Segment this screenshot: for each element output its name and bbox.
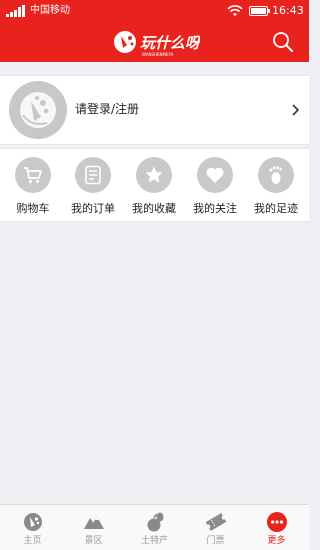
signal-icon (6, 5, 25, 17)
app-logo-mark: 玩什么呀 WANSHENMEYA (114, 31, 200, 57)
shortcut-label: 我的订单 (71, 202, 115, 215)
shortcut-favorites[interactable]: 我的收藏 (129, 157, 179, 219)
login-card[interactable]: 请登录/注册 (0, 75, 309, 145)
status-bar: 中国移动 16:43 (0, 0, 309, 22)
tab-local-products[interactable]: 土特产 (124, 505, 185, 550)
app-header: 玩什么呀 WANSHENMEYA (0, 22, 309, 62)
clock: 16:43 (272, 4, 304, 17)
shortcut-label: 我的足迹 (254, 202, 298, 215)
footprint-icon (269, 166, 282, 184)
heart-icon (206, 167, 224, 183)
avatar (9, 81, 67, 139)
shortcut-label: 购物车 (16, 202, 50, 215)
shortcut-orders[interactable]: 我的订单 (68, 157, 118, 219)
more-dots-icon (267, 512, 287, 532)
tab-label: 主页 (23, 536, 42, 546)
tab-more[interactable]: 更多 (246, 505, 307, 550)
ticket-icon (205, 513, 227, 531)
tab-label: 景区 (84, 536, 103, 546)
content-area (0, 223, 309, 503)
cart-icon (24, 167, 42, 184)
logo-subtext: WANSHENMEYA (142, 52, 174, 57)
tab-label: 门票 (206, 536, 225, 546)
shortcut-label: 我的关注 (193, 202, 237, 215)
shortcut-footprints[interactable]: 我的足迹 (251, 157, 301, 219)
shortcut-cart[interactable]: 购物车 (8, 157, 58, 219)
shortcuts-row: 购物车 我的订单 我的收藏 我的关注 我的足迹 (0, 148, 309, 222)
logo-text: 玩什么呀 (140, 34, 200, 52)
login-register-label: 请登录/注册 (75, 102, 140, 116)
order-icon (85, 165, 101, 185)
chevron-right-icon (292, 104, 300, 116)
brand-avatar-icon (20, 92, 56, 128)
mountain-icon (84, 516, 104, 529)
tab-label: 土特产 (140, 536, 168, 546)
bottom-tab-bar: 主页 景区 土特产 门票 更多 (0, 504, 309, 550)
search-icon (273, 32, 293, 52)
app-logo: 玩什么呀 WANSHENMEYA (112, 26, 200, 58)
produce-icon (147, 512, 164, 532)
tab-tickets[interactable]: 门票 (185, 505, 246, 550)
search-button[interactable] (272, 31, 294, 53)
battery-icon (249, 6, 270, 16)
tab-home[interactable]: 主页 (2, 505, 63, 550)
tab-scenic[interactable]: 景区 (63, 505, 124, 550)
shortcut-following[interactable]: 我的关注 (190, 157, 240, 219)
tab-label: 更多 (267, 536, 286, 546)
shortcut-label: 我的收藏 (132, 202, 176, 215)
wifi-icon (227, 5, 243, 16)
home-logo-icon (24, 513, 42, 531)
star-icon (145, 166, 163, 183)
carrier-name: 中国移动 (30, 5, 70, 16)
